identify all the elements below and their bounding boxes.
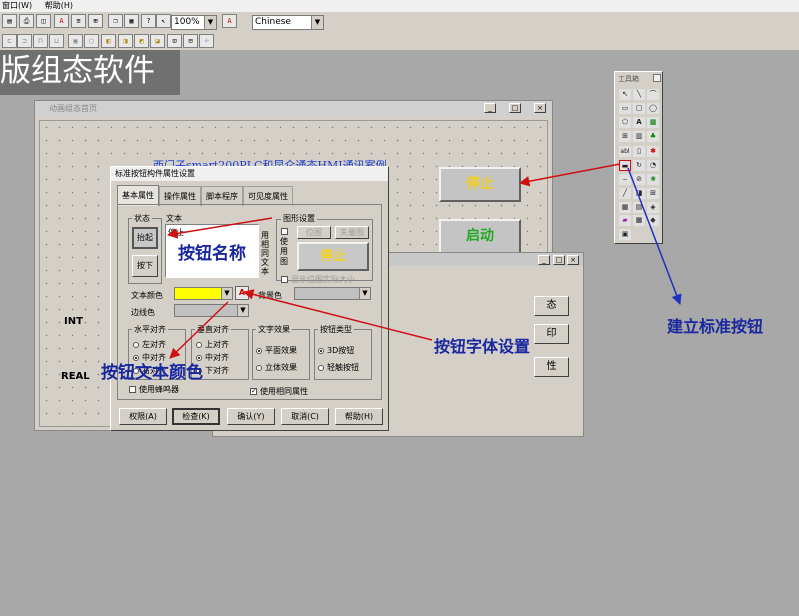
arrow-tool-to-stop xyxy=(518,163,621,187)
arrow-to-text-input xyxy=(166,217,273,239)
arrow-to-color xyxy=(169,301,229,359)
annotation-arrows xyxy=(166,163,682,359)
arrow-tool-to-label xyxy=(627,167,682,305)
arrow-to-font-icon xyxy=(242,289,433,341)
